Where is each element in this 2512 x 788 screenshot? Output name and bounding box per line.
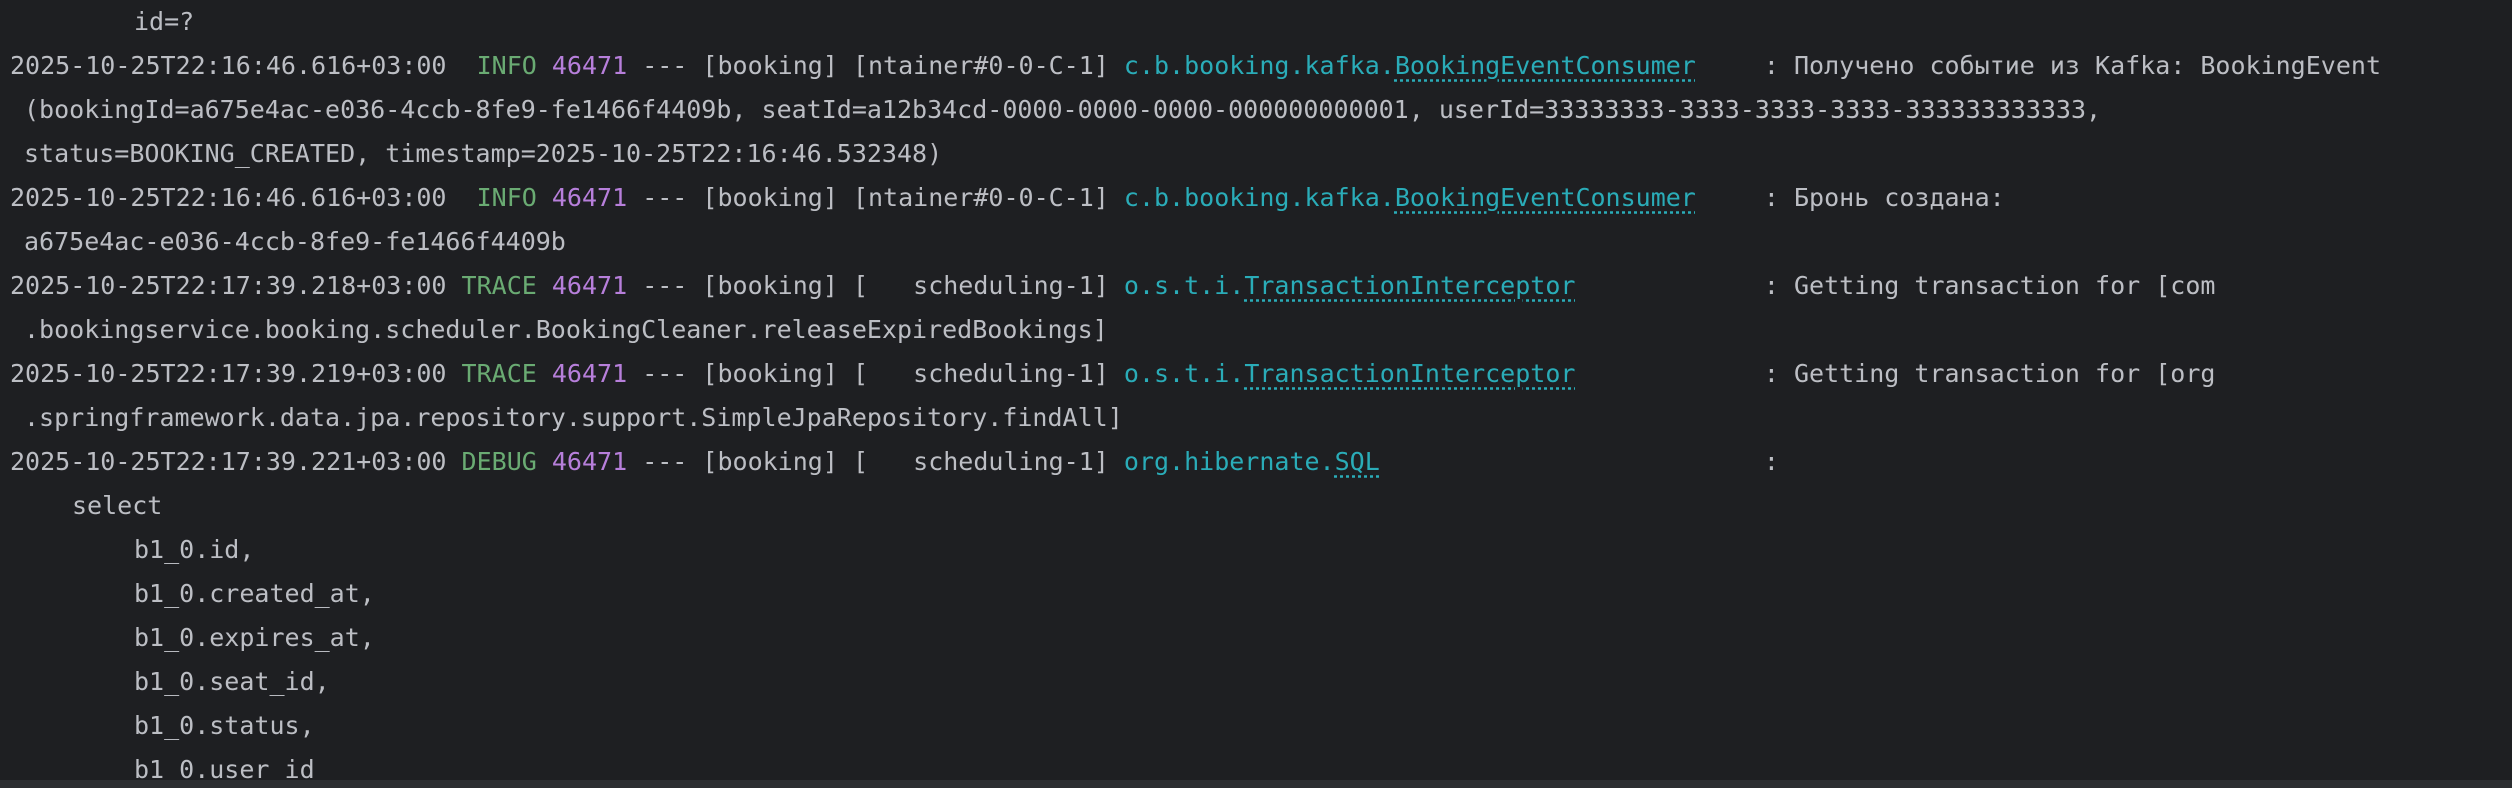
log-app: [booking] — [702, 447, 838, 476]
log-entry: 2025-10-25T22:17:39.218+03:00 TRACE 4647… — [10, 264, 2512, 308]
log-thread: [ scheduling-1] — [852, 271, 1109, 300]
sql-column-line: b1_0.expires_at, — [10, 616, 2512, 660]
log-message: : Getting transaction for [org — [1763, 359, 2216, 388]
log-separator: --- — [642, 271, 688, 300]
log-logger[interactable]: c.b.booking.kafka.BookingEventConsumer — [1124, 176, 1764, 220]
console-output[interactable]: id=? 2025-10-25T22:16:46.616+03:00 INFO … — [0, 0, 2512, 780]
log-pid: 46471 — [551, 51, 628, 80]
sql-column: b1_0.created_at, — [134, 579, 375, 608]
log-app: [booking] — [702, 271, 838, 300]
log-continuation: a675e4ac-e036-4ccb-8fe9-fe1466f4409b — [10, 220, 2512, 264]
log-continuation-text: status=BOOKING_CREATED, timestamp=2025-1… — [24, 139, 943, 168]
logger-class-link[interactable]: BookingEventConsumer — [1395, 51, 1696, 80]
sql-column-line: b1_0.created_at, — [10, 572, 2512, 616]
log-thread: [ntainer#0-0-C-1] — [852, 183, 1109, 212]
log-continuation-text: a675e4ac-e036-4ccb-8fe9-fe1466f4409b — [24, 227, 566, 256]
log-level: DEBUG — [446, 447, 537, 476]
log-timestamp: 2025-10-25T22:17:39.221+03:00 — [10, 447, 447, 476]
log-continuation-text: (bookingId=a675e4ac-e036-4ccb-8fe9-fe146… — [24, 95, 2102, 124]
log-continuation-text: .bookingservice.booking.scheduler.Bookin… — [24, 315, 1108, 344]
logger-class-link[interactable]: TransactionInterceptor — [1244, 271, 1575, 300]
log-app: [booking] — [702, 183, 838, 212]
log-entry: 2025-10-25T22:17:39.221+03:00 DEBUG 4647… — [10, 440, 2512, 484]
log-message: : Получено событие из Kafka: BookingEven… — [1763, 51, 2381, 80]
sql-column: b1_0.status, — [134, 711, 315, 740]
logger-prefix: org.hibernate. — [1123, 447, 1335, 476]
log-entry: 2025-10-25T22:16:46.616+03:00 INFO 46471… — [10, 176, 2512, 220]
log-level: INFO — [446, 183, 537, 212]
log-app: [booking] — [702, 359, 838, 388]
log-message: : Getting transaction for [com — [1763, 271, 2216, 300]
log-entry: 2025-10-25T22:17:39.219+03:00 TRACE 4647… — [10, 352, 2512, 396]
log-pid: 46471 — [551, 447, 628, 476]
log-level: TRACE — [446, 271, 537, 300]
log-pid: 46471 — [551, 271, 628, 300]
log-timestamp: 2025-10-25T22:16:46.616+03:00 — [10, 51, 447, 80]
logger-prefix: o.s.t.i. — [1123, 359, 1245, 388]
log-pid: 46471 — [551, 359, 628, 388]
log-level: INFO — [446, 51, 537, 80]
log-logger[interactable]: org.hibernate.SQL — [1124, 440, 1764, 484]
logger-class-link[interactable]: TransactionInterceptor — [1244, 359, 1575, 388]
logger-prefix: c.b.booking.kafka. — [1123, 51, 1395, 80]
sql-column: b1_0.user_id — [134, 755, 315, 780]
logger-class-link[interactable]: SQL — [1335, 447, 1380, 476]
sql-column-line: b1_0.seat_id, — [10, 660, 2512, 704]
log-app: [booking] — [702, 51, 838, 80]
log-message: : — [1763, 447, 1779, 476]
log-thread: [ scheduling-1] — [852, 359, 1109, 388]
logger-class-link[interactable]: BookingEventConsumer — [1395, 183, 1696, 212]
log-continuation: .springframework.data.jpa.repository.sup… — [10, 396, 2512, 440]
log-lines: id=? 2025-10-25T22:16:46.616+03:00 INFO … — [10, 0, 2512, 780]
log-separator: --- — [642, 447, 688, 476]
sql-column: b1_0.expires_at, — [134, 623, 375, 652]
log-timestamp: 2025-10-25T22:17:39.219+03:00 — [10, 359, 447, 388]
sql-column-line: b1_0.user_id — [10, 748, 2512, 780]
log-line-top: id=? — [10, 0, 2512, 44]
log-separator: --- — [642, 183, 688, 212]
horizontal-scrollbar[interactable] — [0, 780, 2512, 788]
log-text: id=? — [134, 7, 195, 36]
log-continuation: .bookingservice.booking.scheduler.Bookin… — [10, 308, 2512, 352]
log-continuation-text: .springframework.data.jpa.repository.sup… — [24, 403, 1123, 432]
sql-column: b1_0.id, — [134, 535, 255, 564]
log-logger[interactable]: o.s.t.i.TransactionInterceptor — [1124, 264, 1764, 308]
sql-column-line: b1_0.id, — [10, 528, 2512, 572]
log-pid: 46471 — [551, 183, 628, 212]
sql-column: b1_0.seat_id, — [134, 667, 330, 696]
sql-keyword: select — [72, 491, 163, 520]
sql-keyword-line: select — [10, 484, 2512, 528]
log-timestamp: 2025-10-25T22:16:46.616+03:00 — [10, 183, 447, 212]
log-message: : Бронь создана: — [1763, 183, 2005, 212]
log-thread: [ntainer#0-0-C-1] — [852, 51, 1109, 80]
log-continuation: status=BOOKING_CREATED, timestamp=2025-1… — [10, 132, 2512, 176]
log-separator: --- — [642, 359, 688, 388]
log-logger[interactable]: c.b.booking.kafka.BookingEventConsumer — [1124, 44, 1764, 88]
logger-prefix: o.s.t.i. — [1123, 271, 1245, 300]
log-separator: --- — [642, 51, 688, 80]
log-timestamp: 2025-10-25T22:17:39.218+03:00 — [10, 271, 447, 300]
log-logger[interactable]: o.s.t.i.TransactionInterceptor — [1124, 352, 1764, 396]
log-entry: 2025-10-25T22:16:46.616+03:00 INFO 46471… — [10, 44, 2512, 88]
log-continuation: (bookingId=a675e4ac-e036-4ccb-8fe9-fe146… — [10, 88, 2512, 132]
sql-column-line: b1_0.status, — [10, 704, 2512, 748]
log-level: TRACE — [446, 359, 537, 388]
log-thread: [ scheduling-1] — [852, 447, 1109, 476]
logger-prefix: c.b.booking.kafka. — [1123, 183, 1395, 212]
